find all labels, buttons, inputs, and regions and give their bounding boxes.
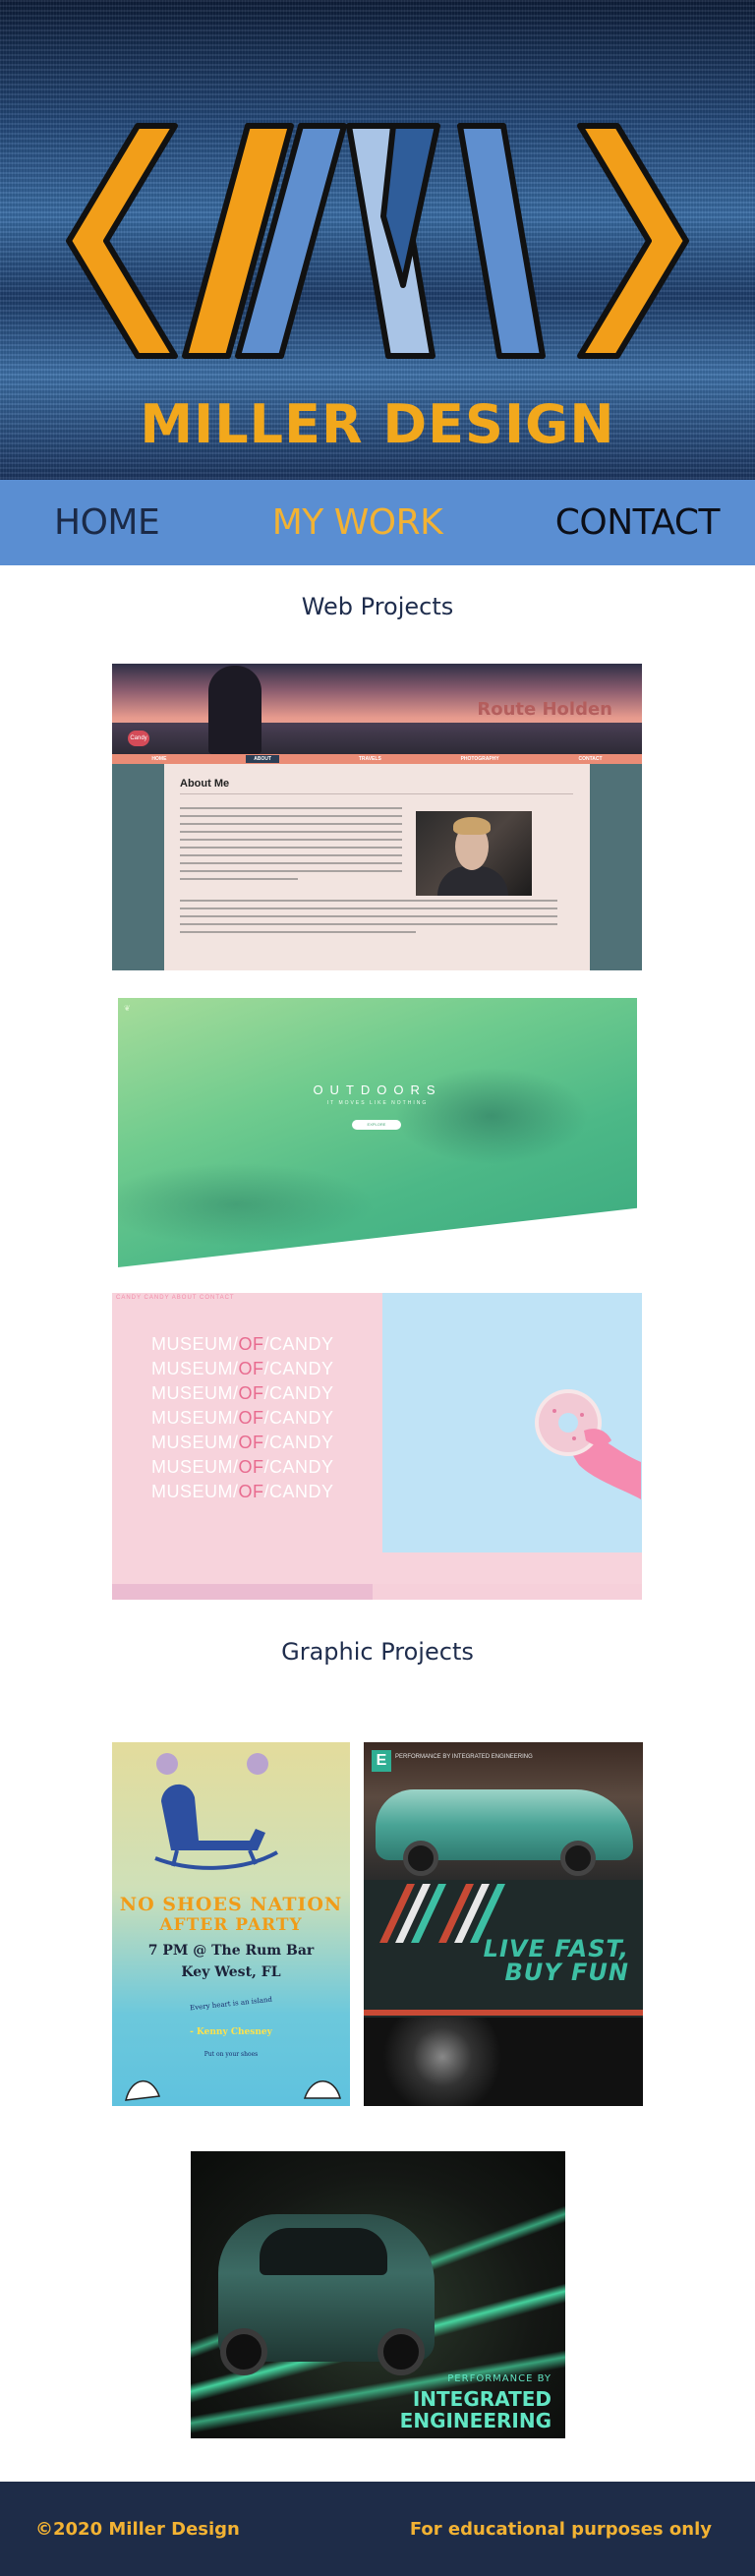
explore-button: EXPLORE — [352, 1120, 401, 1130]
museum-line: MUSEUM/OF/CANDY — [151, 1482, 334, 1501]
text-line — [180, 831, 402, 833]
graphic-poster-no-shoes-nation[interactable]: NO SHOES NATION AFTER PARTY 7 PM @ The R… — [112, 1742, 350, 2106]
museum-line: MUSEUM/OF/CANDY — [151, 1383, 334, 1403]
text-line — [180, 870, 402, 872]
travel-nav-item: ABOUT — [246, 755, 279, 763]
car-wheel — [560, 1841, 596, 1876]
car-tag-line1: PERFORMANCE BY — [447, 2373, 552, 2384]
site-footer: ©2020 Miller Design For educational purp… — [0, 2482, 755, 2576]
portrait-photo — [416, 811, 532, 896]
museum-line: MUSEUM/OF/CANDY — [151, 1334, 334, 1354]
main-nav: HOME MY WORK CONTACT — [0, 480, 755, 565]
poster-location: Key West, FL — [181, 1964, 281, 1980]
ad-slogan-line2: BUY FUN — [504, 1959, 629, 1986]
poster-title: NO SHOES NATION — [119, 1894, 343, 1915]
museum-line: MUSEUM/OF/CANDY — [151, 1433, 334, 1452]
poster-footer: Put on your shoes — [203, 2051, 259, 2058]
museum-line: MUSEUM/OF/CANDY — [151, 1408, 334, 1428]
divider — [180, 793, 573, 794]
text-line — [180, 931, 416, 933]
travel-nav-item: PHOTOGRAPHY — [460, 756, 499, 762]
about-panel: About Me — [164, 764, 590, 970]
car-tag-line2: INTEGRATED — [412, 2387, 552, 2411]
rocking-chair-icon — [154, 1753, 278, 1870]
footer-copyright: ©2020 Miller Design — [35, 2518, 240, 2540]
nav-contact[interactable]: CONTACT — [555, 502, 721, 543]
about-heading: About Me — [180, 778, 230, 790]
museum-line: MUSEUM/OF/CANDY — [151, 1359, 334, 1378]
leaf-icon: ❦ — [124, 1004, 131, 1013]
museum-line: MUSEUM/OF/CANDY — [151, 1457, 334, 1477]
graphic-projects-title: Graphic Projects — [281, 1638, 474, 1666]
site-badge: Candy — [128, 731, 149, 746]
portrait-hair — [453, 817, 491, 835]
text-line — [180, 847, 402, 849]
web-project-travel-blog[interactable]: Route Holden Candy HOME ABOUT TRAVELS PH… — [112, 664, 642, 970]
travel-site-logo: Route Holden — [477, 699, 612, 720]
travel-nav-item: TRAVELS — [358, 756, 381, 762]
text-line — [180, 923, 557, 925]
ad-header: PERFORMANCE BY INTEGRATED ENGINEERING — [395, 1754, 533, 1760]
donut-glove-image — [535, 1389, 641, 1558]
text-line — [180, 900, 557, 902]
outdoors-subtitle: IT MOVES LIKE NOTHING — [326, 1100, 429, 1106]
hero-banner: MILLER DESIGN — [0, 0, 755, 480]
page: MILLER DESIGN HOME MY WORK CONTACT Web P… — [0, 0, 755, 2576]
poster-quote: Every heart is an island — [189, 1995, 273, 2013]
car-wheel — [378, 2328, 425, 2375]
shell-icon — [125, 2079, 341, 2101]
text-line — [180, 807, 402, 809]
portrait-body — [437, 866, 508, 896]
travel-nav-item: CONTACT — [578, 756, 603, 762]
car-wheel — [403, 1841, 438, 1876]
poster-author: - Kenny Chesney — [190, 2027, 272, 2037]
poster-subtitle: AFTER PARTY — [159, 1915, 303, 1935]
text-line — [180, 878, 298, 880]
outdoors-landscape — [118, 998, 637, 1267]
red-bar — [364, 2010, 643, 2016]
graphic-car-ad-live-fast[interactable]: E PERFORMANCE BY INTEGRATED ENGINEERING … — [364, 1742, 643, 2106]
web-project-outdoors[interactable]: ❦ OUTDOORS IT MOVES LIKE NOTHING EXPLORE — [118, 998, 637, 1267]
text-line — [180, 823, 402, 825]
car-windshield — [260, 2228, 387, 2275]
ie-logo: E — [372, 1750, 391, 1772]
web-projects-title: Web Projects — [301, 593, 454, 620]
text-line — [180, 815, 402, 817]
footer-note: For educational purposes only — [409, 2518, 712, 2540]
nav-home[interactable]: HOME — [54, 502, 160, 543]
hiker-silhouette — [208, 666, 261, 754]
poster-time: 7 PM @ The Rum Bar — [147, 1943, 315, 1959]
text-line — [180, 915, 557, 917]
hills — [112, 723, 642, 754]
candy-site-nav: CANDY CANDY ABOUT CONTACT — [116, 1295, 235, 1301]
text-line — [180, 839, 402, 841]
car-wheel — [220, 2328, 267, 2375]
text-line — [180, 862, 402, 864]
text-line — [180, 907, 557, 909]
graphic-car-night-drive[interactable]: PERFORMANCE BY INTEGRATED ENGINEERING — [191, 2151, 565, 2438]
travel-nav-item: HOME — [151, 756, 167, 762]
web-project-museum-of-candy[interactable]: CANDY CANDY ABOUT CONTACT MUSEUM/OF/CAND… — [112, 1293, 642, 1600]
bottom-strip — [112, 1584, 373, 1600]
car-tag-line3: ENGINEERING — [399, 2409, 552, 2432]
brand-name: MILLER DESIGN — [140, 393, 615, 455]
bottom-strip — [373, 1584, 642, 1600]
engine-photo — [364, 2018, 643, 2106]
outdoors-title: OUTDOORS — [313, 1083, 442, 1097]
nav-my-work[interactable]: MY WORK — [272, 502, 443, 543]
travel-site-nav: HOME ABOUT TRAVELS PHOTOGRAPHY CONTACT — [112, 754, 642, 764]
text-line — [180, 854, 402, 856]
